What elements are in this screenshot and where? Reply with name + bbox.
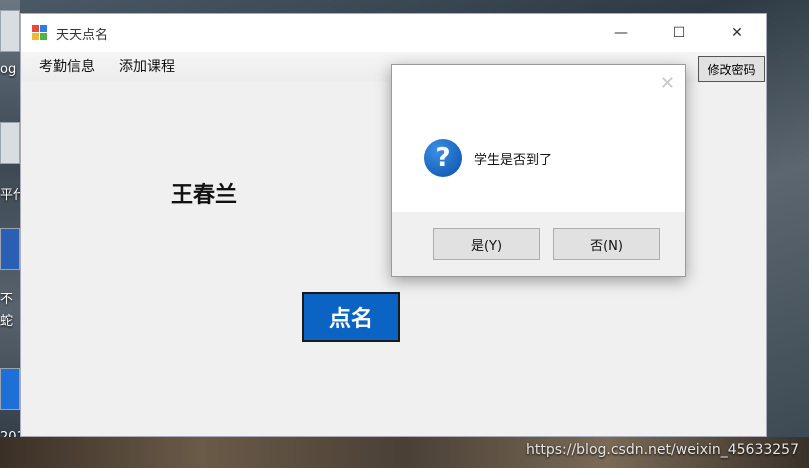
dialog-message: 学生是否到了	[474, 153, 553, 168]
desktop-label: og	[0, 62, 17, 77]
dialog-close-icon[interactable]: ✕	[660, 73, 675, 94]
desktop-word-icon[interactable]	[0, 228, 20, 270]
window-title: 天天点名	[56, 27, 109, 43]
desktop-app-icon[interactable]	[0, 368, 20, 410]
rollcall-button[interactable]: 点名	[302, 292, 400, 342]
desktop-label: 蛇	[0, 314, 14, 329]
desktop-label: 不	[0, 292, 14, 307]
no-button[interactable]: 否(N)	[553, 228, 660, 260]
confirm-dialog: ✕ ? 学生是否到了 是(Y) 否(N)	[391, 64, 686, 277]
menu-item-attendance[interactable]: 考勤信息	[27, 52, 107, 82]
menu-item-add-course[interactable]: 添加课程	[107, 52, 187, 82]
dialog-footer: 是(Y) 否(N)	[392, 212, 685, 276]
maximize-button[interactable]: ☐	[656, 14, 702, 52]
student-name: 王春兰	[171, 182, 238, 208]
close-button[interactable]: ✕	[714, 14, 760, 52]
desktop-image-icon[interactable]	[0, 122, 20, 164]
yes-button[interactable]: 是(Y)	[433, 228, 540, 260]
desktop-file-icon[interactable]	[0, 10, 20, 52]
titlebar[interactable]: 天天点名 — ☐ ✕	[21, 14, 766, 52]
change-password-button[interactable]: 修改密码	[698, 56, 765, 82]
app-icon	[32, 25, 48, 41]
minimize-button[interactable]: —	[598, 14, 644, 52]
question-icon: ?	[424, 139, 462, 177]
watermark: https://blog.csdn.net/weixin_45633257	[525, 442, 799, 458]
